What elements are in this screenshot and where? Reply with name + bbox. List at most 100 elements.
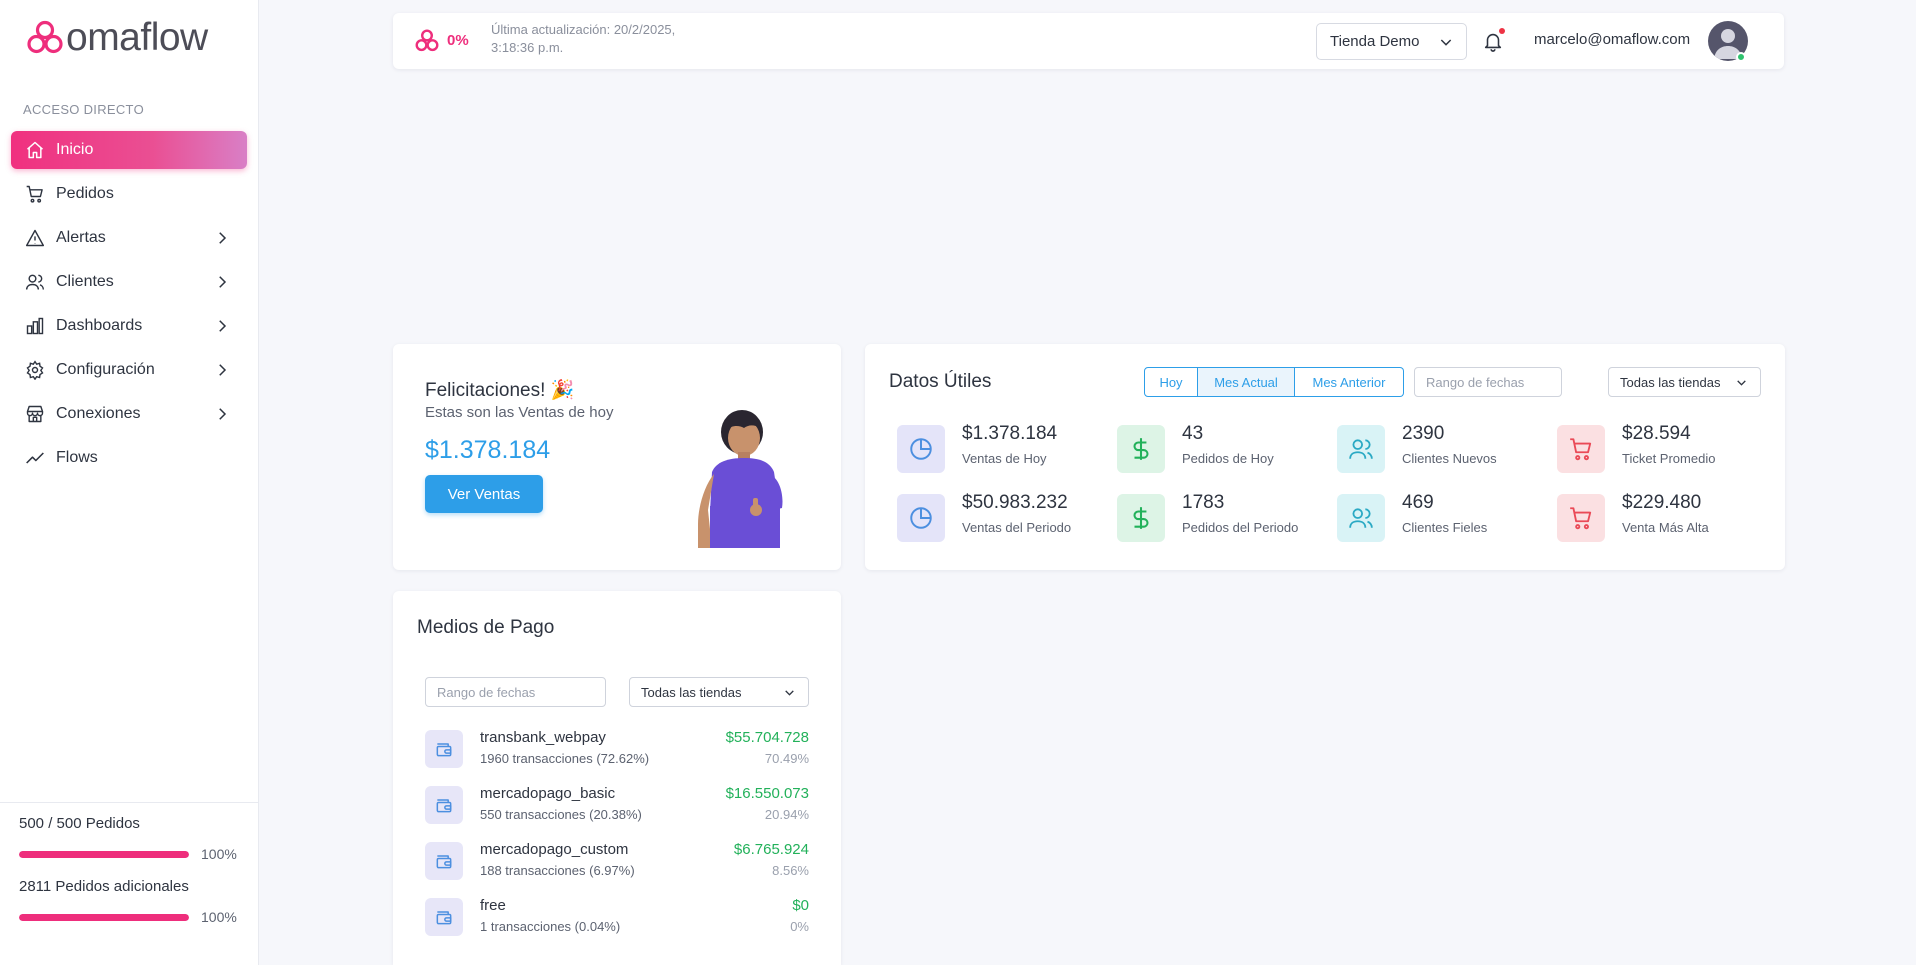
payment-methods-title: Medios de Pago (417, 617, 555, 638)
date-range-input[interactable]: Rango de fechas (1414, 367, 1562, 397)
sidebar-item-label: Dashboards (56, 317, 143, 334)
sync-status-icon (415, 29, 439, 52)
orders-usage-label: 500 / 500 Pedidos (19, 815, 140, 832)
congrats-subtitle: Estas son las Ventas de hoy (425, 404, 614, 421)
cart-icon (1557, 425, 1605, 473)
chevron-right-icon (219, 408, 227, 420)
period-mes-anterior-button[interactable]: Mes Anterior (1295, 367, 1404, 397)
stat-ventas-hoy: $1.378.184 Ventas de Hoy (897, 423, 1107, 473)
stat-value: $1.378.184 (962, 423, 1058, 444)
stat-label: Clientes Nuevos (1402, 451, 1497, 466)
stat-value: $28.594 (1622, 423, 1691, 444)
payment-name: mercadopago_custom (480, 841, 629, 858)
notification-dot (1499, 28, 1505, 34)
stat-value: $50.983.232 (962, 492, 1068, 513)
today-sales-amount: $1.378.184 (425, 436, 551, 464)
payment-share: 0% (790, 919, 809, 934)
sidebar-item-label: Flows (56, 449, 98, 466)
sidebar-item-inicio[interactable]: Inicio (11, 131, 247, 169)
dollar-icon (1117, 494, 1165, 542)
stores-select-value: Todas las tiendas (641, 684, 742, 700)
stat-value: 43 (1182, 423, 1204, 444)
payment-name: mercadopago_basic (480, 785, 616, 802)
omaflow-logo-icon (27, 20, 63, 54)
useful-data-card: Datos Útiles Hoy Mes Actual Mes Anterior… (865, 344, 1785, 570)
stat-label: Ventas del Periodo (962, 520, 1072, 535)
sidebar-item-pedidos[interactable]: Pedidos (11, 175, 247, 213)
payment-name: free (480, 897, 506, 914)
warning-icon (25, 228, 45, 248)
sidebar-item-label: Clientes (56, 273, 114, 290)
store-select-value: Tienda Demo (1330, 33, 1420, 50)
payment-row[interactable]: mercadopago_basic 550 transacciones (20.… (425, 784, 809, 824)
payment-row[interactable]: mercadopago_custom 188 transacciones (6.… (425, 840, 809, 880)
stores-select[interactable]: Todas las tiendas (629, 677, 809, 707)
orders-usage-pct: 100% (201, 846, 237, 862)
chevron-right-icon (219, 276, 227, 288)
sidebar-item-alertas[interactable]: Alertas (11, 219, 247, 257)
cart-icon (1557, 494, 1605, 542)
extra-progress-bar (19, 913, 189, 921)
stat-value: 469 (1402, 492, 1434, 513)
extra-progress-fill (19, 913, 189, 921)
payment-amount: $0 (792, 897, 809, 914)
useful-data-title: Datos Útiles (889, 371, 992, 392)
sidebar-item-label: Alertas (56, 229, 106, 246)
last-update: Última actualización: 20/2/2025, 3:18:36… (491, 22, 676, 55)
payment-row[interactable]: transbank_webpay 1960 transacciones (72.… (425, 728, 809, 768)
stat-label: Ventas de Hoy (962, 451, 1047, 466)
period-mes-actual-button[interactable]: Mes Actual (1198, 367, 1295, 397)
payment-row[interactable]: free 1 transacciones (0.04%) $0 0% (425, 896, 809, 936)
chevron-right-icon (219, 232, 227, 244)
sidebar-item-label: Conexiones (56, 405, 141, 422)
sidebar-item-flows[interactable]: Flows (11, 439, 247, 477)
chevron-right-icon (219, 320, 227, 332)
period-hoy-button[interactable]: Hoy (1144, 367, 1198, 397)
view-sales-button[interactable]: Ver Ventas (425, 475, 543, 513)
payment-amount: $16.550.073 (725, 785, 809, 802)
stat-label: Clientes Fieles (1402, 520, 1488, 535)
chevron-down-icon (1737, 380, 1746, 386)
date-range-input[interactable]: Rango de fechas (425, 677, 606, 707)
stat-value: 1783 (1182, 492, 1225, 513)
store-icon (25, 404, 45, 424)
period-selector: Hoy Mes Actual Mes Anterior (1144, 367, 1404, 397)
payment-name: transbank_webpay (480, 729, 606, 746)
stat-label: Pedidos de Hoy (1182, 451, 1274, 466)
payment-transactions: 1960 transacciones (72.62%) (480, 751, 650, 766)
omaflow-logo[interactable]: omaflow (26, 18, 208, 58)
sidebar-item-dashboards[interactable]: Dashboards (11, 307, 247, 345)
wallet-icon (425, 898, 463, 936)
cart-icon (25, 184, 45, 204)
store-select[interactable]: Tienda Demo (1316, 23, 1467, 60)
users-icon (1337, 494, 1385, 542)
extra-usage-row: 100% (19, 909, 240, 925)
sidebar-item-label: Pedidos (56, 185, 114, 202)
user-email[interactable]: marcelo@omaflow.com (1534, 31, 1690, 48)
orders-usage-row: 100% (19, 846, 240, 862)
congrats-title: Felicitaciones! 🎉 (425, 380, 575, 401)
payment-share: 20.94% (764, 807, 809, 822)
bar-chart-icon (25, 316, 45, 336)
pie-chart-icon (897, 425, 945, 473)
sidebar-item-configuracion[interactable]: Configuración (11, 351, 247, 389)
stat-pedidos-periodo: 1783 Pedidos del Periodo (1117, 492, 1327, 542)
sidebar: omaflow ACCESO DIRECTO Inicio Pedidos Al… (0, 0, 259, 965)
plan-usage: 500 / 500 Pedidos 100% 2811 Pedidos adic… (0, 802, 259, 941)
chevron-down-icon (1440, 39, 1452, 46)
trend-icon (25, 448, 45, 468)
extra-orders-label: 2811 Pedidos adicionales (19, 878, 189, 895)
stores-select[interactable]: Todas las tiendas (1608, 367, 1761, 397)
users-icon (1337, 425, 1385, 473)
character-illustration (698, 410, 783, 548)
congrats-card: Felicitaciones! 🎉 Estas son las Ventas d… (393, 344, 841, 570)
stat-venta-mas-alta: $229.480 Venta Más Alta (1557, 492, 1767, 542)
payment-methods-card: Medios de Pago Rango de fechas Todas las… (393, 591, 841, 965)
stat-pedidos-hoy: 43 Pedidos de Hoy (1117, 423, 1327, 473)
home-icon (25, 140, 45, 160)
chevron-right-icon (219, 364, 227, 376)
stat-label: Ticket Promedio (1622, 451, 1716, 466)
payment-transactions: 1 transacciones (0.04%) (480, 919, 621, 934)
sidebar-item-conexiones[interactable]: Conexiones (11, 395, 247, 433)
sidebar-item-clientes[interactable]: Clientes (11, 263, 247, 301)
